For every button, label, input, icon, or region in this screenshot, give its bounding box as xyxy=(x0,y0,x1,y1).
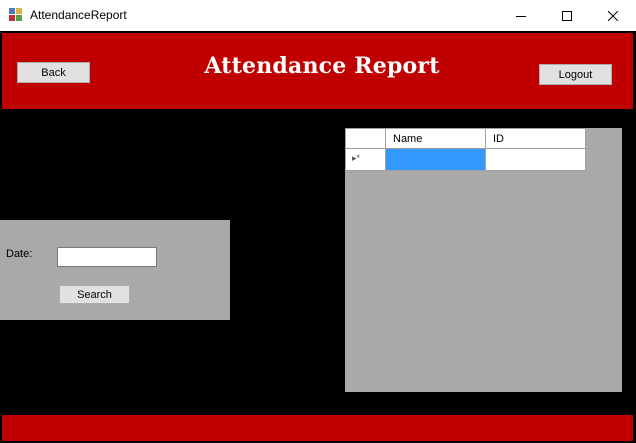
cell-name-new[interactable] xyxy=(386,149,486,171)
date-label: Date: xyxy=(6,248,33,260)
header-band: Back Attendance Report Logout xyxy=(2,33,633,109)
window-title: AttendanceReport xyxy=(30,8,127,22)
close-icon xyxy=(608,10,618,21)
title-bar: AttendanceReport xyxy=(0,0,636,31)
back-button[interactable]: Back xyxy=(17,62,90,83)
search-button[interactable]: Search xyxy=(59,285,130,304)
maximize-button[interactable] xyxy=(544,0,590,31)
column-header-id[interactable]: ID xyxy=(486,128,586,149)
row-header-new[interactable]: ▸* xyxy=(345,149,386,171)
minimize-icon xyxy=(516,15,526,17)
close-button[interactable] xyxy=(590,0,636,31)
new-row-indicator-icon: ▸* xyxy=(352,153,361,163)
column-header-name[interactable]: Name xyxy=(386,128,486,149)
page-title: Attendance Report xyxy=(204,53,440,79)
attendance-grid[interactable]: Name ID ▸* xyxy=(345,128,622,392)
date-input[interactable] xyxy=(57,247,157,267)
logout-button[interactable]: Logout xyxy=(539,64,612,85)
maximize-icon xyxy=(562,10,572,21)
cell-id-new[interactable] xyxy=(486,149,586,171)
grid-corner-header[interactable] xyxy=(345,128,386,149)
app-icon xyxy=(9,8,23,22)
search-panel: Date: Search xyxy=(0,220,230,320)
column-header-name-label: Name xyxy=(393,133,423,145)
column-header-id-label: ID xyxy=(493,133,504,145)
footer-band xyxy=(2,415,633,441)
minimize-button[interactable] xyxy=(498,0,544,31)
